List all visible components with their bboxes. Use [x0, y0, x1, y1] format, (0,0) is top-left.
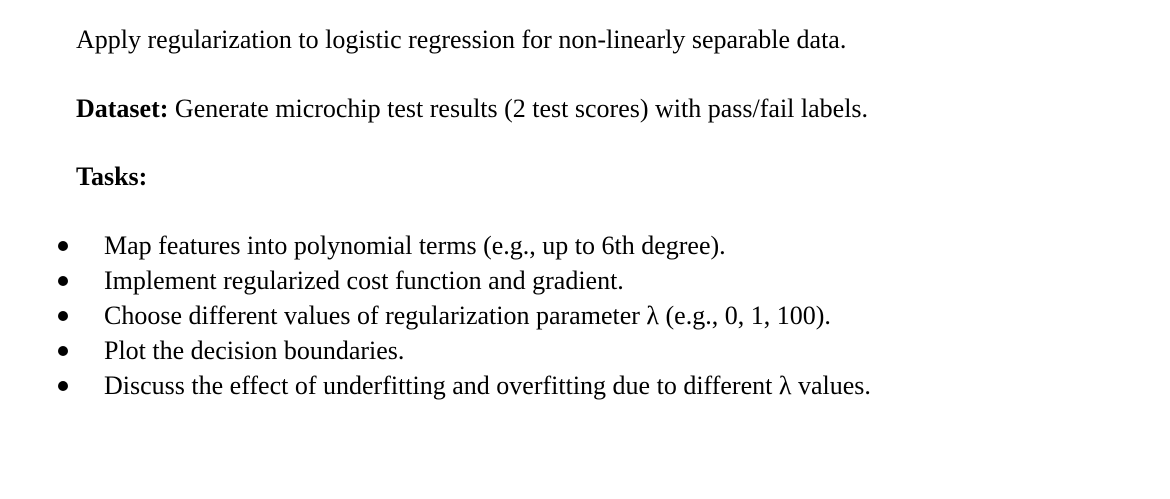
tasks-heading: Tasks: — [76, 162, 148, 191]
dataset-paragraph: Dataset: Generate microchip test results… — [76, 93, 868, 125]
dataset-label: Dataset: — [76, 94, 169, 123]
task-text: Implement regularized cost function and … — [104, 266, 624, 295]
intro-paragraph: Apply regularization to logistic regress… — [76, 25, 847, 54]
task-text: Choose different values of regularizatio… — [104, 301, 831, 330]
bullet-icon — [58, 346, 68, 356]
bullet-icon — [58, 276, 68, 286]
bullet-icon — [58, 311, 68, 321]
bullet-icon — [58, 381, 68, 391]
bullet-icon — [58, 241, 68, 251]
document-page: Apply regularization to logistic regress… — [0, 0, 1170, 499]
task-text: Discuss the effect of underfitting and o… — [104, 371, 871, 400]
task-text: Plot the decision boundaries. — [104, 336, 405, 365]
task-text: Map features into polynomial terms (e.g.… — [104, 231, 726, 260]
dataset-description: Generate microchip test results (2 test … — [168, 94, 869, 123]
